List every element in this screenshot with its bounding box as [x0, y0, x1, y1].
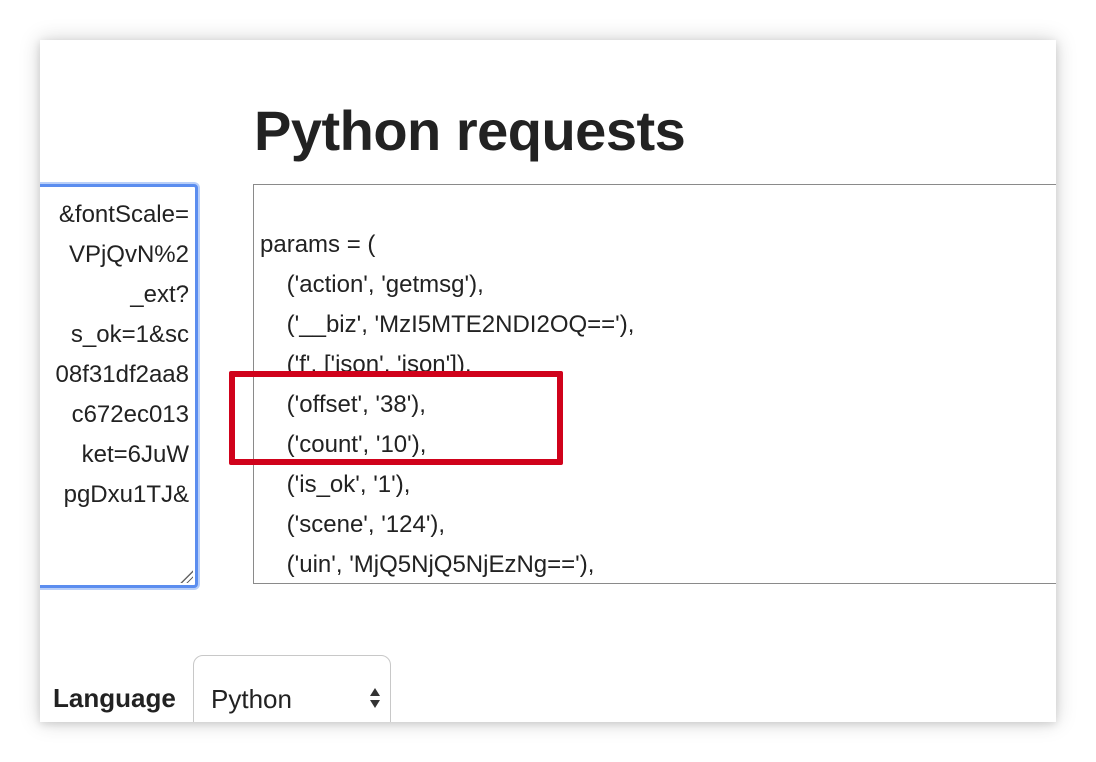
code-line: ('is_ok', '1'), — [260, 471, 411, 498]
textarea-line: pgDxu1TJ& — [63, 481, 189, 508]
language-label: Language — [53, 683, 176, 713]
code-line: ('uin', 'MjQ5NjQ5NjEzNg=='), — [260, 551, 595, 578]
resize-grip-icon[interactable] — [179, 569, 193, 583]
textarea-line: _ext? — [130, 281, 189, 308]
textarea-line: &fontScale= — [58, 201, 189, 228]
annotation-highlight-box — [229, 371, 563, 465]
curl-command-text: &fontScale= VPjQvN%2 _ext? s_ok=1&sc 08f… — [56, 195, 189, 515]
language-select-value: Python — [211, 684, 292, 714]
textarea-line: VPjQvN%2 — [68, 241, 189, 268]
textarea-line: s_ok=1&sc — [70, 321, 189, 348]
textarea-line: ket=6JuW — [81, 441, 189, 468]
language-select[interactable]: Python — [193, 655, 391, 722]
textarea-line: 08f31df2aa8 — [55, 361, 189, 388]
code-line: ('scene', '124'), — [260, 511, 446, 538]
page-title: Python requests — [254, 99, 686, 162]
textarea-line: c672ec013 — [71, 401, 189, 428]
up-down-arrows-icon — [370, 688, 380, 708]
code-line: ('action', 'getmsg'), — [260, 271, 484, 298]
code-line: params = ( — [260, 231, 376, 258]
browser-viewport: &fontScale= VPjQvN%2 _ext? s_ok=1&sc 08f… — [40, 40, 1056, 722]
curl-command-textarea[interactable]: &fontScale= VPjQvN%2 _ext? s_ok=1&sc 08f… — [40, 184, 198, 588]
code-line: ('__biz', 'MzI5MTE2NDI2OQ=='), — [260, 311, 635, 338]
